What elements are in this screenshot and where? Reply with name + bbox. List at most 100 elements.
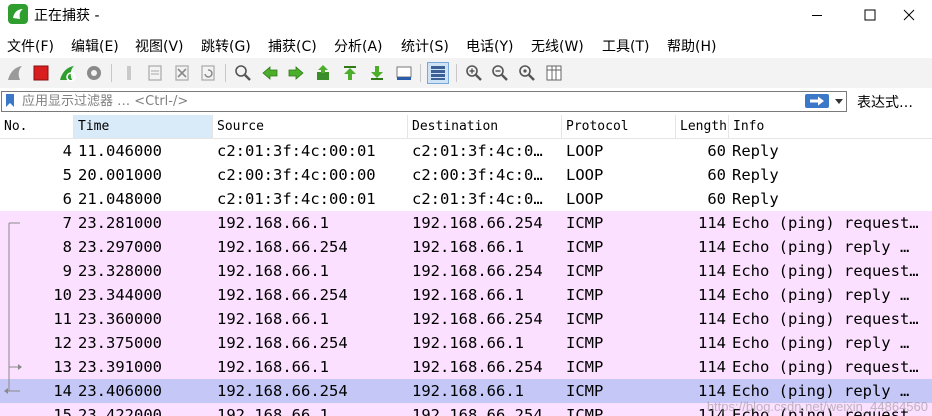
apply-filter-button[interactable] [805, 94, 829, 108]
menu-statistics[interactable]: 统计(S) [401, 36, 449, 56]
cell-info: Echo (ping) reply … [732, 334, 910, 352]
go-first-button[interactable] [339, 62, 361, 84]
expression-button[interactable]: 表达式… [857, 92, 913, 112]
cell-time: 23.328000 [78, 262, 162, 280]
go-back-button[interactable] [259, 62, 281, 84]
packet-row[interactable]: 13 23.391000 192.168.66.1 192.168.66.254 ICM… [0, 355, 932, 379]
minimize-button[interactable] [794, 0, 840, 30]
cell-time: 23.391000 [78, 358, 162, 376]
shark-fin-icon [8, 66, 22, 80]
zoom-normal-icon [519, 65, 535, 81]
resize-columns-button[interactable] [543, 62, 565, 84]
menu-telephony[interactable]: 电话(Y) [466, 36, 513, 56]
save-file-icon [148, 65, 162, 81]
cell-no: 15 [53, 406, 72, 416]
column-header-length[interactable]: Length [676, 115, 729, 138]
menu-edit[interactable]: 编辑(E) [71, 36, 119, 56]
capture-options-button[interactable] [83, 62, 105, 84]
close-file-icon [175, 65, 189, 81]
toolbar-separator [225, 64, 226, 82]
filter-history-dropdown[interactable] [832, 93, 846, 110]
menu-file[interactable]: 文件(F) [7, 36, 54, 56]
cell-destination: 192.168.66.254 [412, 262, 543, 280]
column-header-source[interactable]: Source [213, 115, 408, 138]
packet-row[interactable]: 4 11.046000 c2:01:3f:4c:00:01 c2:01:3f:4c:0… [0, 139, 932, 163]
packet-row[interactable]: 12 23.375000 192.168.66.254 192.168.66.1 ICM… [0, 331, 932, 355]
resize-columns-icon [546, 65, 562, 81]
cell-time: 21.048000 [78, 190, 162, 208]
cell-info: Reply [732, 190, 779, 208]
packet-row[interactable]: 7 23.281000 192.168.66.1 192.168.66.254 ICMP… [0, 211, 932, 235]
close-file-button[interactable] [171, 62, 193, 84]
chevron-down-icon [835, 99, 843, 104]
cell-time: 23.406000 [78, 382, 162, 400]
go-to-packet-button[interactable] [312, 62, 334, 84]
zoom-in-button[interactable] [463, 62, 485, 84]
cell-destination: 192.168.66.1 [412, 334, 524, 352]
main-toolbar [0, 58, 932, 88]
cell-time: 11.046000 [78, 142, 162, 160]
menu-capture[interactable]: 捕获(C) [268, 36, 317, 56]
auto-scroll-button[interactable] [393, 62, 415, 84]
cell-destination: 192.168.66.1 [412, 238, 524, 256]
cell-source: 192.168.66.1 [217, 406, 329, 416]
close-button[interactable] [886, 0, 932, 30]
menu-analyze[interactable]: 分析(A) [334, 36, 383, 56]
menu-help[interactable]: 帮助(H) [667, 36, 716, 56]
bookmark-icon[interactable] [5, 94, 15, 108]
packet-row[interactable]: 11 23.360000 192.168.66.1 192.168.66.254 ICM… [0, 307, 932, 331]
stop-capture-button[interactable] [30, 62, 52, 84]
cell-source: 192.168.66.254 [217, 286, 348, 304]
cell-destination: 192.168.66.254 [412, 358, 543, 376]
arrow-right-icon [810, 96, 824, 106]
display-filter-input[interactable] [22, 92, 802, 111]
watermark: https://blog.csdn.net/weixin_44864560 [706, 399, 928, 414]
cell-source: c2:00:3f:4c:00:00 [217, 166, 376, 184]
reload-file-button[interactable] [197, 62, 219, 84]
go-last-button[interactable] [366, 62, 388, 84]
zoom-out-button[interactable] [489, 62, 511, 84]
menu-view[interactable]: 视图(V) [135, 36, 184, 56]
cell-no: 4 [62, 142, 72, 160]
cell-protocol: ICMP [566, 214, 604, 232]
open-file-button[interactable] [118, 62, 140, 84]
menu-wireless[interactable]: 无线(W) [531, 36, 584, 56]
restart-capture-icon [60, 66, 76, 82]
cell-no: 6 [62, 190, 72, 208]
packet-row[interactable]: 6 21.048000 c2:01:3f:4c:00:01 c2:01:3f:4c:0… [0, 187, 932, 211]
start-capture-button[interactable] [4, 62, 26, 84]
cell-no: 14 [53, 382, 72, 400]
packet-row[interactable]: 9 23.328000 192.168.66.1 192.168.66.254 ICMP… [0, 259, 932, 283]
colorize-button[interactable] [427, 62, 449, 84]
go-forward-button[interactable] [285, 62, 307, 84]
cell-length: 114 [698, 310, 726, 328]
column-header-destination[interactable]: Destination [408, 115, 562, 138]
zoom-normal-button[interactable] [516, 62, 538, 84]
cell-length: 60 [707, 166, 726, 184]
menu-go[interactable]: 跳转(G) [201, 36, 251, 56]
column-header-time[interactable]: Time [74, 115, 213, 138]
packet-row[interactable]: 5 20.001000 c2:00:3f:4c:00:00 c2:00:3f:4c:0… [0, 163, 932, 187]
window-title: 正在捕获 - [34, 8, 100, 24]
go-last-icon [371, 66, 383, 80]
cell-time: 23.422000 [78, 406, 162, 416]
menu-tools[interactable]: 工具(T) [602, 36, 649, 56]
display-filter-bar: 表达式… [0, 89, 932, 113]
restart-capture-button[interactable] [56, 62, 78, 84]
cell-no: 12 [53, 334, 72, 352]
packet-list: No. Time Source Destination Protocol Len… [0, 115, 932, 416]
find-packet-button[interactable] [232, 62, 254, 84]
cell-info: Echo (ping) request… [732, 310, 919, 328]
cell-no: 8 [62, 238, 72, 256]
title-bar: 正在捕获 - [0, 0, 932, 30]
capture-options-icon [87, 66, 101, 80]
save-file-button[interactable] [144, 62, 166, 84]
column-header-info[interactable]: Info [729, 115, 932, 138]
column-header-no[interactable]: No. [0, 115, 74, 138]
packet-row[interactable]: 8 23.297000 192.168.66.254 192.168.66.1 ICMP… [0, 235, 932, 259]
column-header-protocol[interactable]: Protocol [562, 115, 676, 138]
packet-row[interactable]: 10 23.344000 192.168.66.254 192.168.66.1 ICM… [0, 283, 932, 307]
cell-length: 114 [698, 214, 726, 232]
cell-destination: 192.168.66.254 [412, 406, 543, 416]
cell-length: 114 [698, 238, 726, 256]
